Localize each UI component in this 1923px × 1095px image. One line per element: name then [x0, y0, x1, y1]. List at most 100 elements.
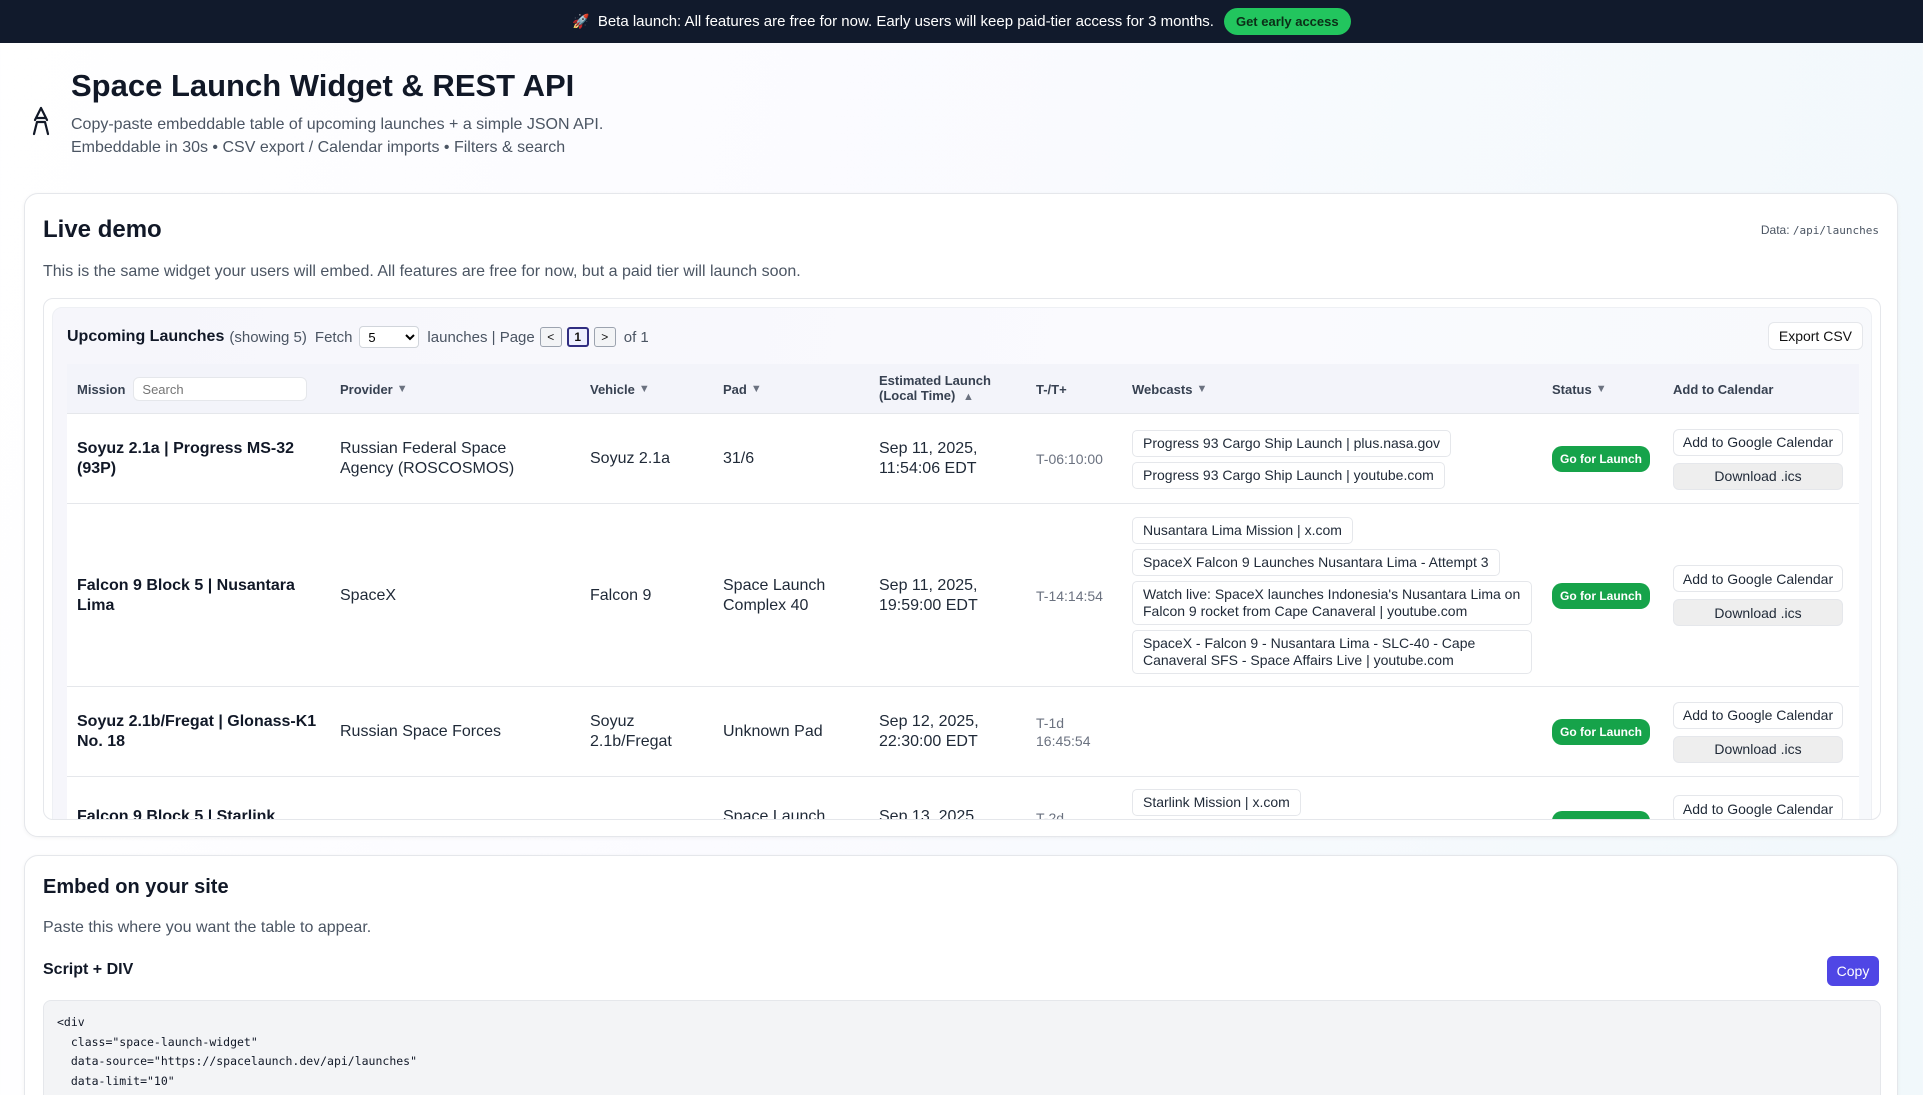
calendar-column-header: Add to Calendar	[1673, 364, 1773, 414]
add-to-google-calendar-button[interactable]: Add to Google Calendar	[1673, 565, 1843, 592]
webcast-link[interactable]: Nusantara Lima Mission | x.com	[1132, 517, 1353, 544]
launch-time-cell: Sep 12, 2025, 22:30:00 EDT	[879, 713, 979, 750]
status-badge: Go for Launch	[1552, 811, 1650, 819]
status-cell: Go for Launch	[1552, 504, 1662, 687]
pad-cell: Space Launch	[723, 808, 826, 820]
page-subtitle: Copy-paste embeddable table of upcoming …	[71, 116, 604, 133]
provider-cell: SpaceX	[340, 586, 397, 604]
prev-page-button[interactable]: <	[539, 327, 562, 347]
calendar-header-label: Add to Calendar	[1673, 381, 1774, 397]
live-demo-title: Live demo	[43, 216, 162, 243]
status-column-header[interactable]: Status ▼	[1552, 364, 1607, 414]
calendar-cell: Add to Google Calendar Download .ics	[1673, 687, 1853, 777]
add-to-google-calendar-button[interactable]: Add to Google Calendar	[1673, 701, 1843, 729]
banner-text: Beta launch: All features are free for n…	[597, 13, 1214, 30]
webcast-link[interactable]: Watch live: SpaceX launches Indonesia's …	[1132, 581, 1532, 625]
webcasts-cell: Nusantara Lima Mission | x.com SpaceX Fa…	[1132, 504, 1542, 687]
status-cell: Go for Launch	[1552, 687, 1662, 777]
launches-table: Mission Provider ▼ Vehicle ▼ Pad ▼	[67, 364, 1859, 820]
provider-column-header[interactable]: Provider ▼	[340, 364, 408, 414]
table-row: Falcon 9 Block 5 | Starlink Space Launch…	[67, 777, 1859, 820]
add-to-google-calendar-button[interactable]: Add to Google Calendar	[1673, 428, 1843, 456]
pad-cell: Space Launch Complex 40	[723, 576, 826, 614]
mission-cell: Soyuz 2.1a | Progress MS-32 (93P)	[77, 440, 295, 477]
embed-description: Paste this where you want the table to a…	[43, 919, 372, 936]
table-header: Mission Provider ▼ Vehicle ▼ Pad ▼	[67, 364, 1859, 414]
sort-down-icon: ▼	[1595, 383, 1607, 395]
pad-column-header[interactable]: Pad ▼	[723, 364, 762, 414]
webcasts-header-label: Webcasts	[1132, 381, 1193, 397]
widget-title: Upcoming Launches	[67, 328, 225, 345]
status-cell: Go for Launch	[1552, 414, 1662, 504]
vehicle-column-header[interactable]: Vehicle ▼	[590, 364, 650, 414]
provider-cell: Russian Federal Space Agency (ROSCOSMOS)	[340, 440, 515, 477]
embed-code-block[interactable]: <div class="space-launch-widget" data-so…	[43, 1000, 1881, 1095]
embed-card: Embed on your site Paste this where you …	[24, 855, 1898, 1095]
calendar-cell: Add to Google Calendar Download .ics	[1673, 414, 1853, 504]
status-cell: Go for Launch	[1552, 777, 1662, 819]
download-ics-button[interactable]: Download .ics	[1673, 735, 1843, 763]
widget-frame[interactable]: Upcoming Launches (showing 5) Fetch 5 la…	[43, 298, 1881, 820]
launch-time-cell: Sep 13, 2025,	[879, 808, 979, 820]
webcast-link[interactable]: SpaceX Falcon 9 Launches Nusantara Lima …	[1132, 549, 1500, 576]
calendar-cell: Add to Google Calendar Download .ics	[1673, 504, 1853, 687]
embed-title: Embed on your site	[43, 876, 229, 898]
provider-cell: Russian Space Forces	[340, 723, 501, 740]
launch-time-cell: Sep 11, 2025, 11:54:06 EDT	[879, 440, 978, 477]
next-page-button[interactable]: >	[593, 327, 616, 347]
mission-column-header: Mission	[77, 364, 308, 414]
local-time-header-label: (Local Time)	[879, 388, 956, 403]
page-total: of 1	[623, 328, 649, 346]
showing-count: (showing 5)	[229, 328, 307, 346]
webcasts-column-header[interactable]: Webcasts ▼	[1132, 364, 1207, 414]
live-demo-card: Live demo Data: /api/launches This is th…	[24, 193, 1898, 837]
rocket-logo-icon	[32, 106, 50, 136]
download-ics-button[interactable]: Download .ics	[1673, 599, 1843, 626]
fetch-label: Fetch	[314, 328, 353, 346]
rocket-icon: 🚀	[572, 13, 590, 29]
sort-down-icon: ▼	[638, 383, 650, 395]
launch-time-cell: Sep 11, 2025, 19:59:00 EDT	[879, 576, 978, 614]
mission-search-input[interactable]	[133, 377, 308, 401]
status-header-label: Status	[1552, 381, 1592, 397]
table-row: Falcon 9 Block 5 | Nusantara Lima SpaceX…	[67, 504, 1859, 687]
sort-up-icon: ▲	[962, 391, 974, 403]
vehicle-cell: Falcon 9	[590, 586, 652, 604]
estimated-launch-column-header[interactable]: Estimated Launch (Local Time) ▲	[879, 364, 991, 414]
tminus-header-label: T-/T+	[1036, 381, 1067, 397]
sort-down-icon: ▼	[396, 383, 408, 395]
vehicle-cell: Soyuz 2.1b/Fregat	[590, 713, 672, 750]
data-source-label: Data: /api/launches	[1761, 223, 1879, 237]
fetch-count-select[interactable]: 5	[359, 326, 420, 348]
tminus-cell: T-2d	[1036, 810, 1065, 820]
webcasts-cell	[1132, 687, 1542, 777]
copy-button[interactable]: Copy	[1827, 956, 1879, 986]
widget-toolbar: Upcoming Launches (showing 5) Fetch 5 la…	[67, 326, 649, 348]
embed-subtitle: Script + DIV	[43, 961, 134, 978]
add-to-google-calendar-button[interactable]: Add to Google Calendar	[1673, 795, 1843, 819]
get-early-access-button[interactable]: Get early access	[1223, 8, 1351, 35]
announcement-banner: 🚀 Beta launch: All features are free for…	[0, 0, 1923, 43]
status-badge: Go for Launch	[1552, 446, 1650, 472]
pad-header-label: Pad	[723, 381, 747, 397]
webcasts-cell: Starlink Mission | x.com	[1132, 777, 1542, 819]
download-ics-button[interactable]: Download .ics	[1673, 462, 1843, 490]
launches-page-label: launches | Page	[427, 328, 535, 346]
webcast-link[interactable]: Starlink Mission | x.com	[1132, 789, 1301, 816]
calendar-cell: Add to Google Calendar	[1673, 777, 1853, 819]
mission-cell: Falcon 9 Block 5 | Starlink	[77, 808, 276, 820]
data-label: Data:	[1760, 223, 1790, 237]
webcasts-cell: Progress 93 Cargo Ship Launch | plus.nas…	[1132, 414, 1542, 504]
webcast-link[interactable]: Progress 93 Cargo Ship Launch | plus.nas…	[1132, 429, 1452, 457]
status-badge: Go for Launch	[1552, 582, 1650, 609]
provider-header-label: Provider	[340, 381, 393, 397]
tminus-column-header: T-/T+	[1036, 364, 1067, 414]
export-csv-button[interactable]: Export CSV	[1767, 322, 1863, 350]
table-row: Soyuz 2.1b/Fregat | Glonass-K1 No. 18 Ru…	[67, 687, 1859, 777]
webcast-link[interactable]: SpaceX - Falcon 9 - Nusantara Lima - SLC…	[1132, 630, 1532, 674]
webcast-link[interactable]: Progress 93 Cargo Ship Launch | youtube.…	[1132, 461, 1445, 489]
mission-cell: Soyuz 2.1b/Fregat | Glonass-K1 No. 18	[77, 713, 317, 750]
current-page-button[interactable]: 1	[566, 327, 589, 347]
sort-down-icon: ▼	[750, 383, 762, 395]
vehicle-cell: Soyuz 2.1a	[590, 450, 671, 467]
